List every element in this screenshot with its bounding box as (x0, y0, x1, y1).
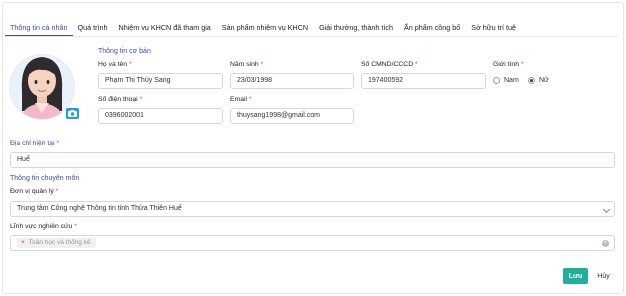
close-icon[interactable]: × (21, 236, 25, 250)
basic-info-title: Thông tin cơ bản (98, 48, 151, 55)
tab-personal-info[interactable]: Thông tin cá nhân (5, 20, 73, 36)
cancel-button[interactable]: Hủy (592, 268, 615, 284)
camera-icon[interactable] (66, 108, 79, 119)
professional-info-title: Thông tin chuyên môn (10, 175, 80, 182)
research-field-chip: × Toán học và thống kê (17, 238, 96, 248)
dob-field[interactable]: 23/03/1998 (230, 73, 354, 89)
save-button[interactable]: Lưu (563, 268, 588, 284)
chevron-down-icon (602, 205, 611, 214)
tab-intellectual-property[interactable]: Sở hữu trí tuệ (471, 20, 516, 36)
tab-awards[interactable]: Giải thưởng, thành tích (319, 20, 393, 36)
tab-publications[interactable]: Ấn phẩm công bố (404, 20, 460, 36)
full-name-field[interactable]: Phạm Thị Thùy Sang (98, 73, 223, 89)
dob-label: Năm sinh * (230, 61, 264, 68)
full-name-label: Họ và tên * (98, 61, 132, 68)
radio-unchecked-icon (493, 77, 500, 84)
research-field-label: Lĩnh vực nghiên cứu * (10, 223, 77, 230)
address-field[interactable]: Huế (10, 152, 615, 168)
address-label: Địa chỉ hiện tại * (10, 140, 60, 147)
email-field[interactable]: thuysang1998@gmail.com (230, 108, 354, 124)
phone-field[interactable]: 0396002001 (98, 108, 223, 124)
clear-icon[interactable]: × (602, 240, 609, 247)
managing-unit-label: Đơn vị quản lý * (10, 188, 59, 195)
tab-process[interactable]: Quá trình (78, 20, 108, 36)
gender-female-radio[interactable]: Nữ (528, 77, 549, 84)
tab-task-products[interactable]: Sản phẩm nhiệm vụ KHCN (222, 20, 308, 36)
managing-unit-select[interactable]: Trung tâm Công nghệ Thông tin tỉnh Thừa … (10, 201, 615, 217)
id-number-field[interactable]: 197400592 (361, 73, 486, 89)
tab-participated-tasks[interactable]: Nhiệm vụ KHCN đã tham gia (119, 20, 211, 36)
tab-divider (6, 36, 618, 37)
research-field-multiselect[interactable]: × Toán học và thống kê × (10, 235, 615, 251)
radio-checked-icon (528, 77, 535, 84)
id-number-label: Số CMND/CCCD * (361, 61, 418, 68)
email-label: Email * (230, 96, 252, 103)
phone-label: Số điện thoại * (98, 96, 143, 103)
gender-male-radio[interactable]: Nam (493, 77, 519, 84)
gender-label: Giới tính * (493, 61, 524, 68)
